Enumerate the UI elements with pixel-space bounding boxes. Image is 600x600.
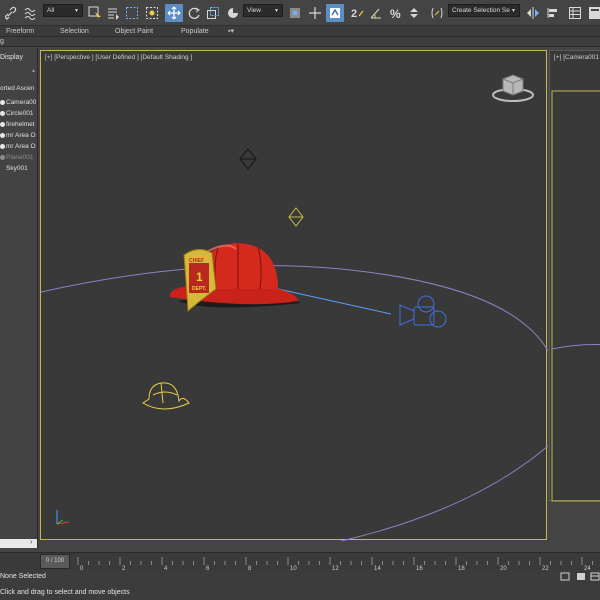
scene-explorer-panel: Display ▴ orted Ascen Camera00 Circle001… — [0, 48, 38, 548]
bind-space-warp-icon[interactable] — [21, 4, 39, 22]
reference-coordinate-dropdown[interactable]: View ▼ — [243, 4, 283, 17]
tab-selection[interactable]: Selection — [60, 26, 89, 37]
frame-counter: 0 / 100 — [45, 558, 65, 564]
select-by-name-icon[interactable] — [104, 4, 122, 22]
manipulate-icon[interactable] — [306, 4, 324, 22]
circle-shape-lower — [340, 445, 548, 541]
geometry-icon — [0, 121, 5, 127]
reference-coordinate-value: View — [247, 7, 261, 14]
keyboard-shortcut-icon[interactable] — [326, 4, 344, 22]
named-selection-sets-dropdown[interactable]: Create Selection Se ▼ — [448, 4, 520, 17]
explorer-item-label: Plane001 — [6, 154, 34, 161]
sky-icon — [0, 166, 5, 171]
time-slider-thumb[interactable]: 0 / 100 — [40, 554, 70, 569]
viewport-scene: CHIEF 1 DEPT. — [41, 74, 548, 541]
light-icon — [0, 143, 5, 149]
explorer-item-camera[interactable]: Camera00 — [0, 97, 37, 108]
selection-status: None Selected — [0, 573, 46, 580]
shape-icon — [0, 110, 5, 116]
lock-selection-icon[interactable] — [576, 572, 586, 581]
area-light-gizmo-1 — [239, 148, 257, 170]
explorer-item-area-light-2[interactable]: mr Area O — [0, 141, 37, 152]
selection-filter-dropdown[interactable]: All ▼ — [43, 4, 83, 17]
tab-object-paint[interactable]: Object Paint — [115, 26, 153, 37]
selection-filter-value: All — [47, 7, 55, 14]
svg-text:%: % — [390, 7, 401, 20]
badge-top-text: CHIEF — [189, 258, 204, 264]
badge-dept-text: DEPT. — [192, 286, 207, 292]
select-scale-icon[interactable] — [204, 4, 222, 22]
status-bar: None Selected Click and drag to select a… — [0, 570, 600, 600]
explorer-expand-icon[interactable]: › — [30, 539, 32, 546]
tab-populate[interactable]: Populate — [181, 26, 209, 37]
select-move-icon[interactable] — [165, 4, 183, 22]
explorer-item-label: mr Area O — [6, 132, 36, 139]
explorer-display-menu[interactable]: Display — [0, 54, 23, 61]
edit-named-selection-icon[interactable] — [428, 4, 446, 22]
time-slider[interactable]: 0 / 100 0 2 4 6 8 10 12 14 16 18 20 22 24 — [0, 552, 600, 571]
explorer-item-area-light-1[interactable]: mr Area O — [0, 130, 37, 141]
isolate-selection-icon[interactable] — [560, 572, 570, 581]
camera-icon — [0, 99, 5, 105]
viewcube-icon — [492, 74, 534, 102]
timeline-ruler: 0 2 4 6 8 10 12 14 16 18 20 22 24 — [77, 557, 593, 571]
explorer-item-label: Sky001 — [6, 165, 28, 172]
camera-view-scene — [551, 90, 600, 502]
ribbon-options-icon[interactable]: ▪▾ — [228, 26, 234, 37]
explorer-item-firehelmet[interactable]: firehelmet — [0, 119, 37, 130]
ribbon-tabs: Freeform Selection Object Paint Populate… — [0, 26, 600, 37]
explorer-sort-header[interactable]: orted Ascen — [0, 85, 34, 92]
ribbon-panel-strip: g — [0, 37, 600, 47]
mirror-icon[interactable] — [524, 4, 542, 22]
angle-snap-icon[interactable] — [367, 4, 385, 22]
svg-text:2: 2 — [351, 8, 357, 20]
named-selection-sets-value: Create Selection Se — [452, 7, 510, 14]
window-crossing-icon[interactable] — [143, 4, 161, 22]
layer-explorer-icon[interactable] — [586, 4, 600, 22]
firehelmet-model: CHIEF 1 DEPT. — [169, 243, 301, 313]
circle-shape — [41, 265, 548, 352]
viewport-camera[interactable]: [+] [Camera001 — [549, 50, 600, 502]
light-icon — [0, 132, 5, 138]
align-icon[interactable] — [544, 4, 562, 22]
main-toolbar: All ▼ View ▼ 2 % Create Selection Se ▼ — [0, 0, 600, 26]
pivot-point-icon[interactable] — [286, 4, 304, 22]
snap-toggle-icon[interactable]: 2 — [348, 4, 366, 22]
rect-selection-icon[interactable] — [123, 4, 141, 22]
prompt-line: Click and drag to select and move object… — [0, 589, 130, 596]
percent-snap-icon[interactable]: % — [387, 4, 405, 22]
absolute-mode-icon[interactable] — [590, 572, 600, 581]
explorer-item-circle[interactable]: Circle001 — [0, 108, 37, 119]
spinner-snap-icon[interactable] — [405, 4, 423, 22]
camera-gizmo — [399, 295, 447, 328]
viewport-perspective[interactable]: [+] [Perspective ] [User Defined ] [Defa… — [40, 50, 548, 541]
helmet-wireframe — [142, 382, 190, 410]
badge-number: 1 — [196, 270, 203, 284]
area-light-gizmo-2 — [288, 207, 304, 227]
explorer-item-plane[interactable]: Plane001 — [0, 152, 37, 163]
world-axis-tripod-icon — [56, 510, 70, 525]
explorer-item-label: firehelmet — [6, 121, 35, 128]
explorer-item-sky[interactable]: Sky001 — [0, 163, 37, 174]
place-icon[interactable] — [224, 4, 242, 22]
explorer-item-label: mr Area O — [6, 143, 36, 150]
select-rotate-icon[interactable] — [185, 4, 203, 22]
explorer-scroll-arrow[interactable]: ▴ — [32, 67, 35, 74]
scene-explorer-icon[interactable] — [566, 4, 584, 22]
link-icon[interactable] — [3, 4, 21, 22]
explorer-item-label: Circle001 — [6, 110, 34, 117]
tab-freeform[interactable]: Freeform — [6, 26, 34, 37]
select-object-icon[interactable] — [86, 4, 104, 22]
explorer-item-label: Camera00 — [6, 99, 37, 106]
ribbon-panel-label: g — [0, 38, 4, 45]
geometry-icon — [0, 154, 5, 160]
